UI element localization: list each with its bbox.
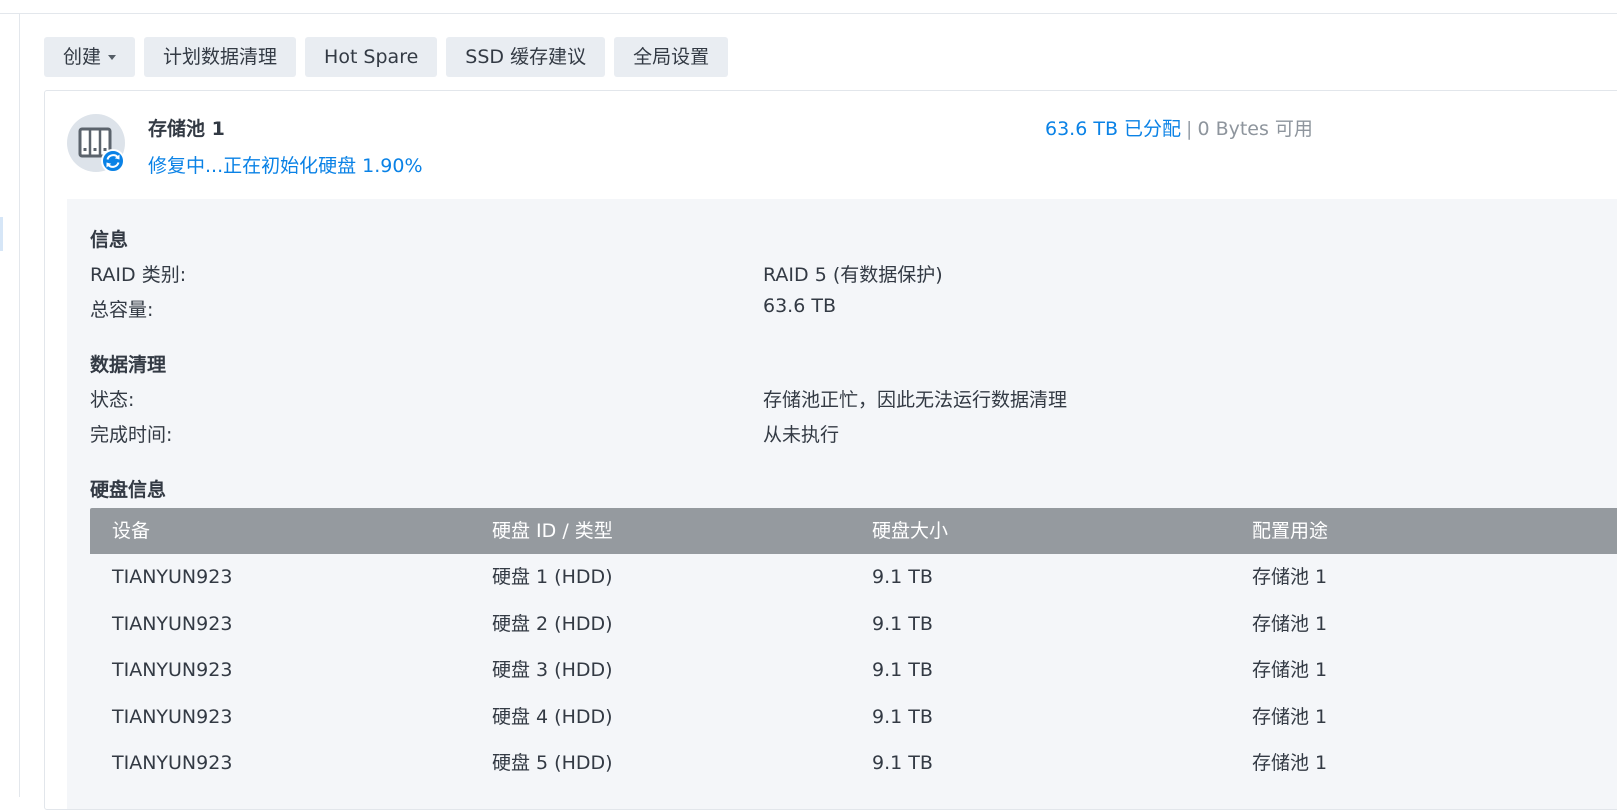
sync-icon — [101, 149, 125, 172]
disk-table-header: 设备 硬盘 ID / 类型 硬盘大小 配置用途 — [90, 508, 1617, 554]
disk-table: 设备 硬盘 ID / 类型 硬盘大小 配置用途 TIANYUN923 硬盘 1 … — [90, 508, 1617, 787]
disk-id-cell: 硬盘 3 (HDD) — [492, 659, 613, 681]
device-cell: TIANYUN923 — [112, 705, 233, 728]
scrub-section-title: 数据清理 — [90, 354, 167, 376]
caret-down-icon — [108, 54, 117, 60]
sidebar-selected-marker — [0, 217, 3, 251]
total-capacity-value: 63.6 TB — [763, 295, 836, 317]
pool-title: 存储池 1 — [148, 118, 225, 140]
disk-id-cell: 硬盘 5 (HDD) — [492, 752, 613, 774]
info-section-title: 信息 — [90, 229, 129, 251]
available-capacity: 0 Bytes 可用 — [1197, 118, 1313, 140]
raid-type-label: RAID 类别: — [90, 264, 187, 286]
table-row[interactable]: TIANYUN923 硬盘 4 (HDD) 9.1 TB 存储池 1 — [90, 694, 1617, 741]
column-header-usage[interactable]: 配置用途 — [1230, 508, 1617, 554]
usage-cell: 存储池 1 — [1252, 566, 1328, 588]
disk-size-cell: 9.1 TB — [872, 566, 933, 588]
scrub-finish-label: 完成时间: — [90, 424, 173, 446]
toolbar: 创建 计划数据清理 Hot Spare SSD 缓存建议 全局设置 — [44, 37, 729, 77]
table-row[interactable]: TIANYUN923 硬盘 2 (HDD) 9.1 TB 存储池 1 — [90, 601, 1617, 648]
column-header-size[interactable]: 硬盘大小 — [850, 508, 1230, 554]
usage-cell: 存储池 1 — [1252, 659, 1328, 681]
disk-size-cell: 9.1 TB — [872, 752, 933, 774]
global-settings-button[interactable]: 全局设置 — [614, 37, 729, 77]
top-bar — [0, 0, 1617, 14]
pool-status: 修复中...正在初始化硬盘 1.90% — [148, 155, 423, 177]
hot-spare-button[interactable]: Hot Spare — [305, 37, 438, 77]
storage-pool-icon — [67, 114, 125, 172]
scrub-status-label: 状态: — [90, 389, 135, 411]
usage-cell: 存储池 1 — [1252, 612, 1328, 635]
total-capacity-label: 总容量: — [90, 299, 154, 321]
create-button[interactable]: 创建 — [44, 37, 136, 77]
device-cell: TIANYUN923 — [112, 752, 233, 774]
column-header-disk-id[interactable]: 硬盘 ID / 类型 — [470, 508, 850, 554]
usage-cell: 存储池 1 — [1252, 752, 1328, 774]
schedule-scrub-button[interactable]: 计划数据清理 — [144, 37, 297, 77]
table-row[interactable]: TIANYUN923 硬盘 1 (HDD) 9.1 TB 存储池 1 — [90, 554, 1617, 601]
device-cell: TIANYUN923 — [112, 612, 233, 635]
capacity-separator: | — [1186, 118, 1193, 140]
scrub-status-value: 存储池正忙，因此无法运行数据清理 — [763, 389, 1068, 411]
left-sidebar — [0, 14, 20, 797]
table-row[interactable]: TIANYUN923 硬盘 3 (HDD) 9.1 TB 存储池 1 — [90, 647, 1617, 694]
disk-size-cell: 9.1 TB — [872, 612, 933, 635]
device-cell: TIANYUN923 — [112, 566, 233, 588]
disk-id-cell: 硬盘 2 (HDD) — [492, 612, 613, 635]
disk-id-cell: 硬盘 1 (HDD) — [492, 566, 613, 588]
device-cell: TIANYUN923 — [112, 659, 233, 681]
pool-capacity-summary: 63.6 TB 已分配 | 0 Bytes 可用 — [1045, 114, 1313, 141]
raid-type-value: RAID 5 (有数据保护) — [763, 264, 943, 286]
allocated-capacity: 63.6 TB 已分配 — [1045, 118, 1182, 140]
disk-section-title: 硬盘信息 — [90, 479, 167, 501]
disk-size-cell: 9.1 TB — [872, 659, 933, 681]
disk-id-cell: 硬盘 4 (HDD) — [492, 705, 613, 728]
create-button-label: 创建 — [63, 46, 102, 68]
column-header-device[interactable]: 设备 — [90, 508, 470, 554]
usage-cell: 存储池 1 — [1252, 705, 1328, 728]
ssd-cache-advisor-button[interactable]: SSD 缓存建议 — [446, 37, 606, 77]
scrub-finish-value: 从未执行 — [763, 424, 840, 446]
disk-size-cell: 9.1 TB — [872, 705, 933, 728]
table-row[interactable]: TIANYUN923 硬盘 5 (HDD) 9.1 TB 存储池 1 — [90, 740, 1617, 787]
